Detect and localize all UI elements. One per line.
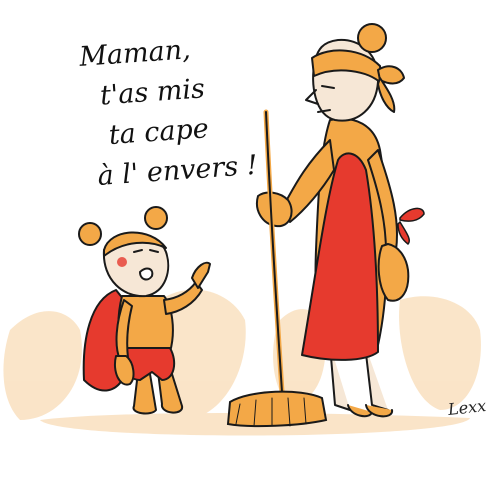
cartoon-illustration: Maman, t'as mis ta cape à l' envers ! Le… [0,0,491,480]
artist-signature: Lexx [447,396,488,419]
speech-text: Maman, t'as mis ta cape à l' envers ! [78,26,259,197]
bow-icon [397,207,425,245]
